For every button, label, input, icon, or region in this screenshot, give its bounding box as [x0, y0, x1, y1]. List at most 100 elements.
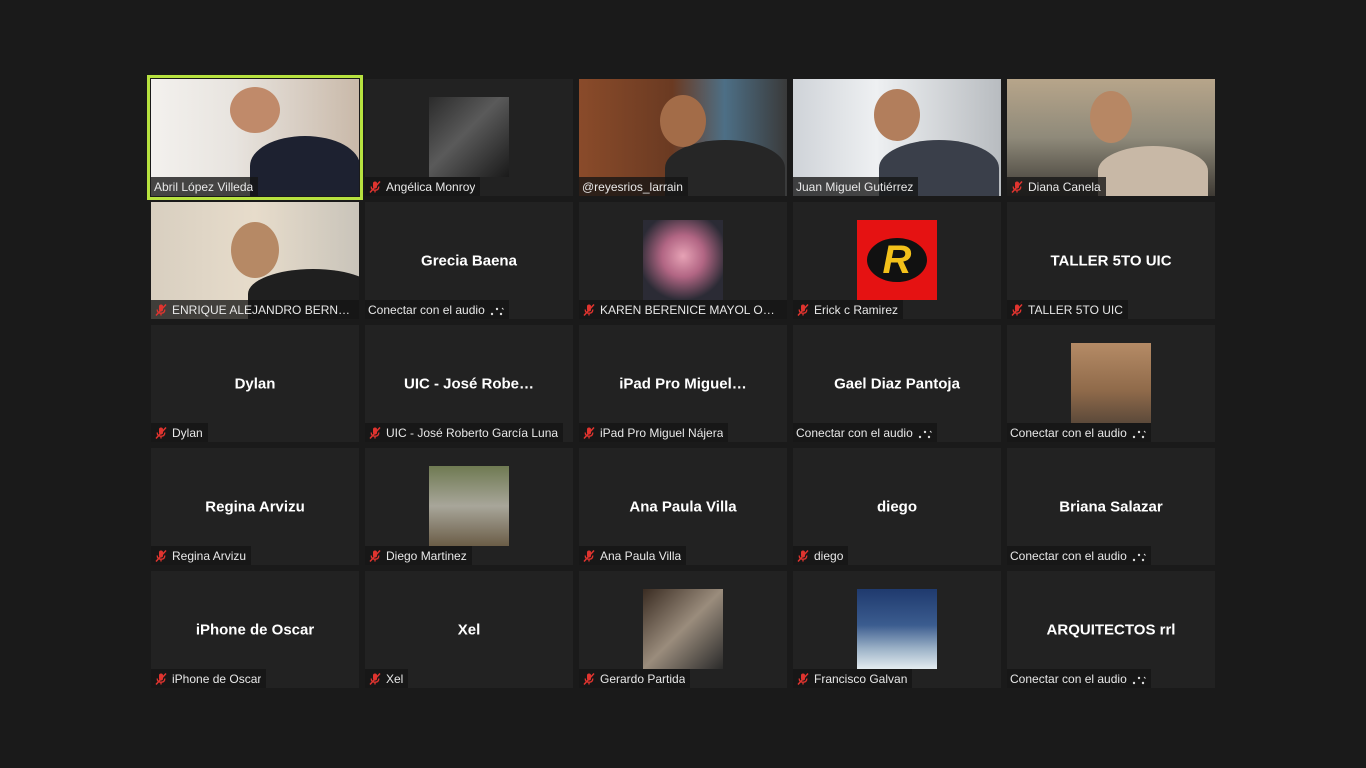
participant-name: Angélica Monroy [386, 179, 476, 194]
participant-tile[interactable]: Juan Miguel Gutiérrez [793, 79, 1001, 196]
participant-tile[interactable]: Briana Salazar Conectar con el audio [1007, 448, 1215, 565]
participant-name-label: iPhone de Oscar [151, 669, 267, 688]
participant-tile[interactable]: Abril López Villeda [147, 75, 363, 200]
participant-name: ENRIQUE ALEJANDRO BERNA… [172, 302, 354, 317]
participant-name-label: Ana Paula Villa [579, 546, 687, 565]
muted-mic-icon [368, 672, 382, 686]
muted-mic-icon [368, 549, 382, 563]
muted-mic-icon [582, 672, 596, 686]
participant-tile[interactable]: Ana Paula Villa Ana Paula Villa [579, 448, 787, 565]
participant-name-label: @reyesrios_larrain [579, 177, 688, 196]
participant-name-label: Xel [365, 669, 409, 688]
participant-tile[interactable]: Angélica Monroy [365, 79, 573, 196]
participant-name: KAREN BERENICE MAYOL OR… [600, 302, 782, 317]
muted-mic-icon [796, 672, 810, 686]
participant-display-name: diego [877, 498, 917, 515]
muted-mic-icon [1010, 303, 1024, 317]
svg-text:R: R [883, 238, 912, 282]
participant-tile[interactable]: Conectar con el audio [1007, 325, 1215, 442]
participant-name: @reyesrios_larrain [582, 179, 683, 194]
connect-audio-icon [1132, 428, 1146, 438]
participant-display-name: ARQUITECTOS rrl [1046, 621, 1176, 638]
participant-name-label[interactable]: Conectar con el audio [365, 300, 509, 319]
participant-name-label: Juan Miguel Gutiérrez [793, 177, 919, 196]
participant-tile[interactable]: ENRIQUE ALEJANDRO BERNA… [151, 202, 359, 319]
participant-tile[interactable]: iPhone de Oscar iPhone de Oscar [151, 571, 359, 688]
participant-name-label: Angélica Monroy [365, 177, 481, 196]
muted-mic-icon [368, 180, 382, 194]
profile-picture [643, 589, 723, 669]
participant-name: Conectar con el audio [1010, 548, 1127, 563]
muted-mic-icon [582, 426, 596, 440]
participant-name: diego [814, 548, 844, 563]
participant-name: Diego Martinez [386, 548, 467, 563]
gallery-grid: Abril López Villeda Angélica Monroy @reyes… [147, 75, 1215, 688]
profile-picture [429, 97, 509, 177]
participant-tile[interactable]: iPad Pro Miguel… iPad Pro Miguel Nájera [579, 325, 787, 442]
participant-name-label[interactable]: Conectar con el audio [1007, 669, 1151, 688]
participant-name: Ana Paula Villa [600, 548, 682, 563]
participant-tile[interactable]: ARQUITECTOS rrl Conectar con el audio [1007, 571, 1215, 688]
muted-mic-icon [154, 672, 168, 686]
connect-audio-icon [1132, 551, 1146, 561]
participant-name-label: Gerardo Partida [579, 669, 691, 688]
participant-name: Conectar con el audio [1010, 671, 1127, 686]
participant-tile[interactable]: Diego Martinez [365, 448, 573, 565]
connect-audio-icon [490, 305, 504, 315]
participant-tile[interactable]: Dylan Dylan [151, 325, 359, 442]
profile-picture [429, 466, 509, 546]
participant-display-name: Ana Paula Villa [629, 498, 737, 515]
participant-name-label[interactable]: Conectar con el audio [1007, 423, 1151, 442]
muted-mic-icon [582, 549, 596, 563]
participant-name: Diana Canela [1028, 179, 1101, 194]
participant-tile[interactable]: Diana Canela [1007, 79, 1215, 196]
participant-name-label: Dylan [151, 423, 208, 442]
muted-mic-icon [796, 303, 810, 317]
participant-display-name: Xel [457, 621, 481, 638]
participant-name: iPhone de Oscar [172, 671, 262, 686]
participant-name-label: KAREN BERENICE MAYOL OR… [579, 300, 787, 319]
participant-display-name: TALLER 5TO UIC [1050, 252, 1172, 269]
participant-tile[interactable]: Regina Arvizu Regina Arvizu [151, 448, 359, 565]
participant-tile[interactable]: TALLER 5TO UIC TALLER 5TO UIC [1007, 202, 1215, 319]
profile-picture [857, 589, 937, 669]
muted-mic-icon [796, 549, 810, 563]
muted-mic-icon [154, 426, 168, 440]
participant-display-name: UIC - José Robe… [403, 375, 535, 392]
participant-name-label[interactable]: Conectar con el audio [1007, 546, 1151, 565]
profile-picture: R [857, 220, 937, 300]
participant-tile[interactable]: @reyesrios_larrain [579, 79, 787, 196]
participant-tile[interactable]: diego diego [793, 448, 1001, 565]
participant-name: Erick c Ramirez [814, 302, 899, 317]
participant-name-label: diego [793, 546, 849, 565]
participant-display-name: iPad Pro Miguel… [619, 375, 747, 392]
connect-audio-icon [1132, 674, 1146, 684]
participant-name-label: Abril López Villeda [151, 177, 259, 196]
participant-name-label: Diego Martinez [365, 546, 472, 565]
participant-name: TALLER 5TO UIC [1028, 302, 1123, 317]
participant-tile[interactable]: Francisco Galvan [793, 571, 1001, 688]
participant-name: UIC - José Roberto García Luna [386, 425, 559, 440]
participant-name-label: iPad Pro Miguel Nájera [579, 423, 729, 442]
participant-name-label: Diana Canela [1007, 177, 1106, 196]
participant-tile[interactable]: Grecia Baena Conectar con el audio [365, 202, 573, 319]
participant-name: Conectar con el audio [368, 302, 485, 317]
participant-tile[interactable]: KAREN BERENICE MAYOL OR… [579, 202, 787, 319]
participant-tile[interactable]: Xel Xel [365, 571, 573, 688]
participant-name: Abril López Villeda [154, 179, 254, 194]
muted-mic-icon [582, 303, 596, 317]
participant-name-label: UIC - José Roberto García Luna [365, 423, 564, 442]
profile-picture [643, 220, 723, 300]
participant-tile[interactable]: Gerardo Partida [579, 571, 787, 688]
participant-display-name: iPhone de Oscar [195, 621, 315, 638]
participant-display-name: Dylan [234, 375, 276, 392]
participant-display-name: Briana Salazar [1059, 498, 1163, 515]
participant-tile[interactable]: UIC - José Robe… UIC - José Roberto Garcí… [365, 325, 573, 442]
muted-mic-icon [1010, 180, 1024, 194]
participant-display-name: Gael Diaz Pantoja [834, 375, 960, 392]
participant-name: Juan Miguel Gutiérrez [796, 179, 914, 194]
participant-name: Xel [386, 671, 404, 686]
participant-tile[interactable]: Gael Diaz Pantoja Conectar con el audio [793, 325, 1001, 442]
participant-name-label[interactable]: Conectar con el audio [793, 423, 937, 442]
participant-tile[interactable]: R Erick c Ramirez [793, 202, 1001, 319]
